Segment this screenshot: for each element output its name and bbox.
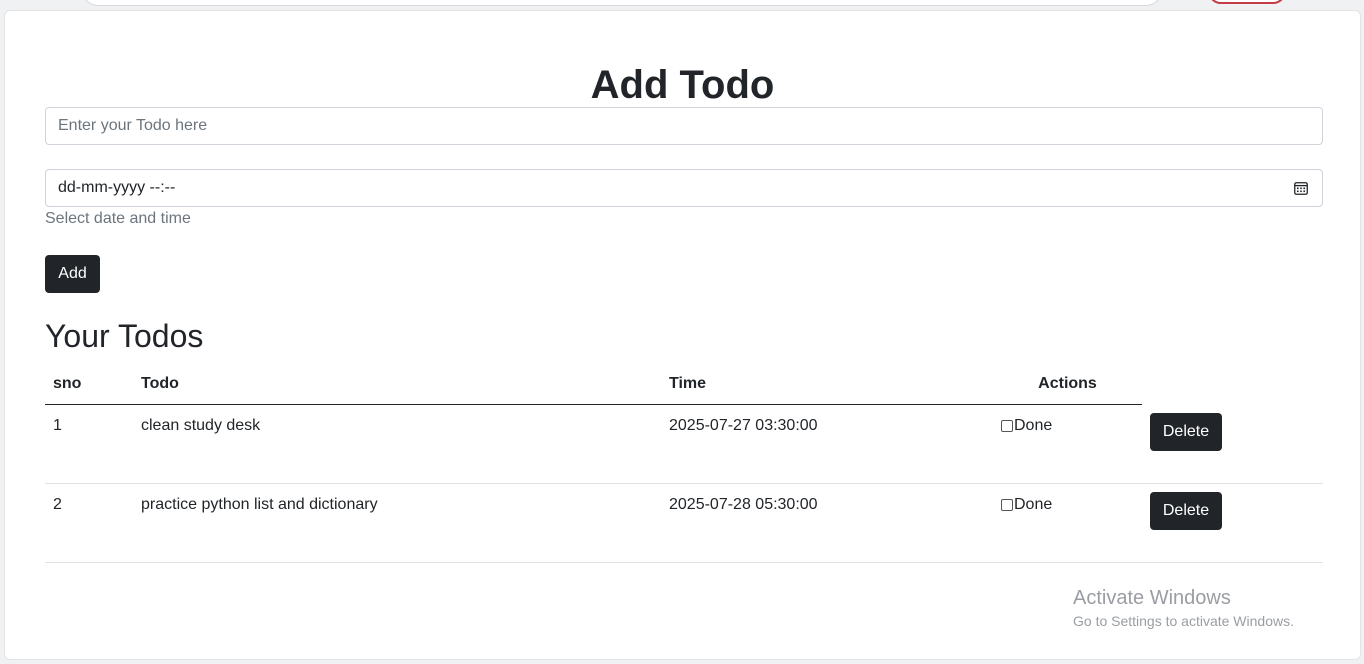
row-time: 2025-07-27 03:30:00 xyxy=(661,404,993,484)
column-header-actions: Actions xyxy=(993,367,1142,405)
datetime-input[interactable]: dd-mm-yyyy --:-- xyxy=(45,169,1323,207)
row-done-cell: Done xyxy=(993,404,1142,484)
delete-button[interactable]: Delete xyxy=(1150,492,1222,530)
column-header-todo: Todo xyxy=(133,367,661,405)
datetime-value: dd-mm-yyyy --:-- xyxy=(58,179,176,196)
table-row: 2 practice python list and dictionary 20… xyxy=(45,483,1323,563)
activate-windows-watermark: Activate Windows Go to Settings to activ… xyxy=(1073,586,1294,632)
datetime-help-text: Select date and time xyxy=(45,210,191,227)
row-sno: 2 xyxy=(45,483,133,563)
row-sno: 1 xyxy=(45,404,133,484)
column-header-empty xyxy=(1142,367,1323,405)
row-delete-cell: Delete xyxy=(1142,404,1323,484)
calendar-icon[interactable] xyxy=(1294,181,1308,195)
section-title: Your Todos xyxy=(45,318,204,354)
add-button[interactable]: Add xyxy=(45,255,100,293)
row-time: 2025-07-28 05:30:00 xyxy=(661,483,993,563)
todo-input[interactable] xyxy=(45,107,1323,145)
done-toggle[interactable]: Done xyxy=(1001,417,1134,435)
todo-table: sno Todo Time Actions 1 clean study desk… xyxy=(45,367,1323,563)
done-label: Done xyxy=(1014,417,1053,434)
row-todo: clean study desk xyxy=(133,404,661,484)
row-delete-cell: Delete xyxy=(1142,483,1323,563)
done-checkbox[interactable] xyxy=(1001,499,1013,511)
watermark-title: Activate Windows xyxy=(1073,587,1231,609)
done-label: Done xyxy=(1014,496,1053,513)
row-done-cell: Done xyxy=(993,483,1142,563)
column-header-sno: sno xyxy=(45,367,133,405)
browser-search-bar[interactable] xyxy=(82,0,1162,6)
column-header-time: Time xyxy=(661,367,993,405)
row-todo: practice python list and dictionary xyxy=(133,483,661,563)
delete-button[interactable]: Delete xyxy=(1150,412,1222,451)
table-row: 1 clean study desk 2025-07-27 03:30:00 D… xyxy=(45,404,1323,484)
todo-card: Add Todo dd-mm-yyyy --:-- Select date an… xyxy=(4,10,1361,660)
done-checkbox[interactable] xyxy=(1001,420,1013,432)
page-title: Add Todo xyxy=(590,63,775,107)
done-toggle[interactable]: Done xyxy=(1001,496,1134,514)
watermark-subtitle: Go to Settings to activate Windows. xyxy=(1073,613,1294,629)
table-header-row: sno Todo Time Actions xyxy=(45,367,1323,405)
browser-pill-button[interactable] xyxy=(1208,0,1286,4)
